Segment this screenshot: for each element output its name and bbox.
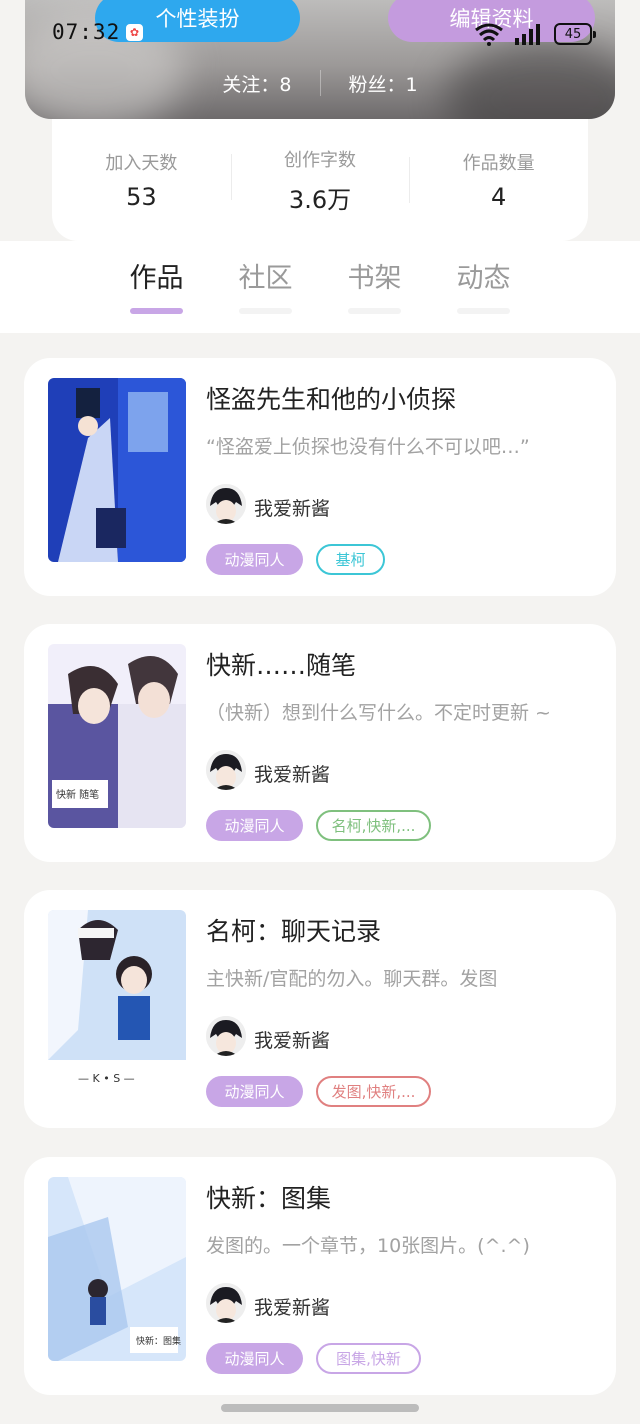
author-name[interactable]: 我爱新酱 [254, 494, 330, 521]
work-card[interactable]: 快新 随笔 快新……随笔 （快新）想到什么写什么。不定时更新 ~ 我爱新酱 动漫… [24, 624, 616, 862]
work-description: “怪盗爱上侦探也没有什么不可以吧…” [206, 436, 530, 458]
app-notification-icon: ✿ [126, 24, 143, 41]
svg-text:快新：图集: 快新：图集 [136, 1335, 181, 1347]
tab-indicator [348, 308, 401, 314]
wifi-icon [475, 23, 503, 46]
svg-text:— K • S —: — K • S — [78, 1072, 135, 1085]
tab-bookshelf[interactable]: 书架 [320, 256, 429, 314]
author-avatar [206, 750, 246, 790]
stat-label: 创作字数 [284, 149, 356, 171]
category-tag: 动漫同人 [206, 1076, 303, 1107]
stat-value: 4 [491, 183, 507, 211]
tab-label: 书架 [347, 263, 402, 294]
follow-stats: 关注：8 粉丝：1 [25, 68, 615, 98]
keyword-tag: 发图,快新,... [316, 1076, 431, 1107]
signal-icon [515, 24, 540, 45]
category-tag: 动漫同人 [206, 544, 303, 575]
stat-join-days: 加入天数 53 [52, 149, 231, 211]
battery-level: 45 [564, 26, 582, 42]
stat-value: 3.6万 [288, 185, 352, 214]
tab-community[interactable]: 社区 [211, 256, 320, 314]
following-count[interactable]: 关注：8 [222, 70, 291, 97]
stat-word-count: 创作字数 3.6万 [230, 146, 410, 215]
tab-label: 社区 [238, 263, 293, 294]
work-title[interactable]: 名柯：聊天记录 [206, 912, 381, 948]
tab-label: 作品 [129, 263, 184, 294]
battery-icon: 45 [554, 23, 596, 45]
work-description: 主快新/官配的勿入。聊天群。发图 [206, 968, 498, 990]
stat-value: 53 [126, 183, 157, 211]
keyword-tag: 名柯,快新,... [316, 810, 431, 841]
work-title[interactable]: 快新：图集 [206, 1179, 331, 1215]
work-card[interactable]: 快新：图集 快新：图集 发图的。一个章节，10张图片。(^.^) 我爱新酱 动漫… [24, 1157, 616, 1395]
profile-header: 个性装扮 编辑资料 关注：8 粉丝：1 [25, 0, 615, 119]
home-indicator[interactable] [221, 1404, 419, 1412]
followers-count[interactable]: 粉丝：1 [349, 70, 418, 97]
category-tag: 动漫同人 [206, 1343, 303, 1374]
author-avatar [206, 1016, 246, 1056]
cover-image: 快新 随笔 [48, 644, 186, 828]
tab-activity[interactable]: 动态 [429, 256, 538, 314]
status-icons: 45 [474, 20, 596, 48]
stat-works-count: 作品数量 4 [409, 149, 588, 211]
keyword-tag: 基柯 [316, 544, 385, 575]
category-tag: 动漫同人 [206, 810, 303, 841]
work-description: （快新）想到什么写什么。不定时更新 ~ [206, 702, 551, 724]
work-title[interactable]: 快新……随笔 [206, 646, 356, 682]
svg-text:快新 随笔: 快新 随笔 [56, 788, 99, 801]
work-title[interactable]: 怪盗先生和他的小侦探 [206, 380, 456, 416]
author-name[interactable]: 我爱新酱 [254, 1026, 330, 1053]
cover-image [48, 378, 186, 562]
tab-indicator [457, 308, 510, 314]
cover-image: 快新：图集 [48, 1177, 186, 1361]
tab-label: 动态 [456, 263, 511, 294]
work-card[interactable]: — K • S — 名柯：聊天记录 主快新/官配的勿入。聊天群。发图 我爱新酱 … [24, 890, 616, 1128]
tab-works[interactable]: 作品 [102, 256, 211, 314]
author-name[interactable]: 我爱新酱 [254, 1293, 330, 1320]
divider [319, 70, 321, 96]
author-avatar [206, 484, 246, 524]
tab-indicator [239, 308, 292, 314]
stat-label: 作品数量 [462, 153, 535, 174]
stats-card: 加入天数 53 创作字数 3.6万 作品数量 4 [52, 119, 588, 241]
tab-indicator [130, 308, 183, 314]
stat-label: 加入天数 [105, 153, 178, 174]
status-time: 07:32 [52, 20, 121, 44]
author-name[interactable]: 我爱新酱 [254, 760, 330, 787]
keyword-tag: 图集,快新 [316, 1343, 421, 1374]
work-description: 发图的。一个章节，10张图片。(^.^) [206, 1235, 530, 1257]
work-card[interactable]: 怪盗先生和他的小侦探 “怪盗爱上侦探也没有什么不可以吧…” 我爱新酱 动漫同人 … [24, 358, 616, 596]
profile-tabs: 作品 社区 书架 动态 [102, 256, 538, 314]
cover-image: — K • S — [48, 910, 186, 1094]
author-avatar [206, 1283, 246, 1323]
